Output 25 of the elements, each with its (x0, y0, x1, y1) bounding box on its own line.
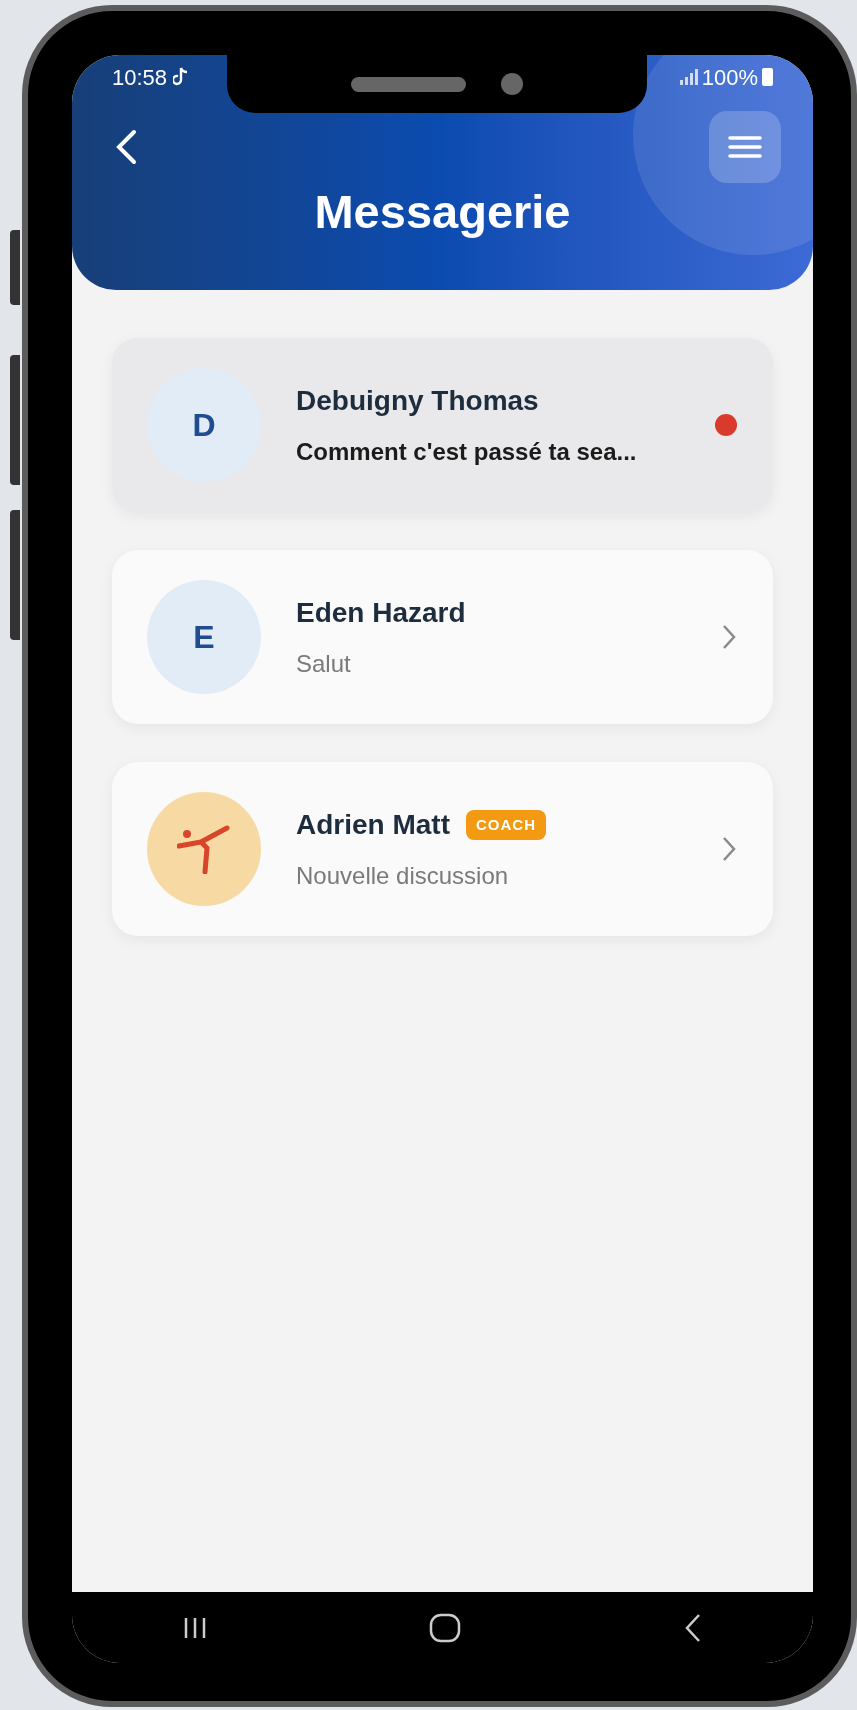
chevron-right-icon (721, 623, 737, 651)
message-preview: Nouvelle discussion (296, 861, 510, 891)
contact-name: Adrien Matt (296, 808, 450, 842)
message-preview: Comment c'est passé ta sea... (296, 437, 638, 467)
page-title: Messagerie (313, 184, 572, 240)
conversation-card[interactable]: E Eden Hazard Salut (112, 550, 773, 724)
home-icon[interactable] (429, 1612, 462, 1643)
music-note-icon (173, 67, 190, 87)
contact-name: Debuigny Thomas (296, 384, 539, 418)
conversation-card[interactable]: Adrien Matt COACH Nouvelle discussion (112, 762, 773, 936)
back-icon[interactable] (683, 1612, 702, 1643)
chevron-left-icon (115, 129, 137, 165)
role-badge: COACH (466, 809, 546, 841)
signal-icon (679, 69, 698, 85)
message-preview: Salut (296, 649, 352, 679)
recent-apps-icon[interactable] (183, 1615, 208, 1640)
avatar-initial: D (147, 368, 261, 482)
status-time: 10:58 (112, 63, 168, 92)
menu-icon (728, 135, 762, 159)
avatar-initial: E (147, 580, 261, 694)
chevron-right-icon (721, 835, 737, 863)
battery-percent: 100% (701, 63, 758, 92)
contact-name: Eden Hazard (296, 596, 466, 630)
battery-icon (762, 68, 773, 86)
conversation-card[interactable]: D Debuigny Thomas Comment c'est passé ta sea... (112, 338, 773, 512)
